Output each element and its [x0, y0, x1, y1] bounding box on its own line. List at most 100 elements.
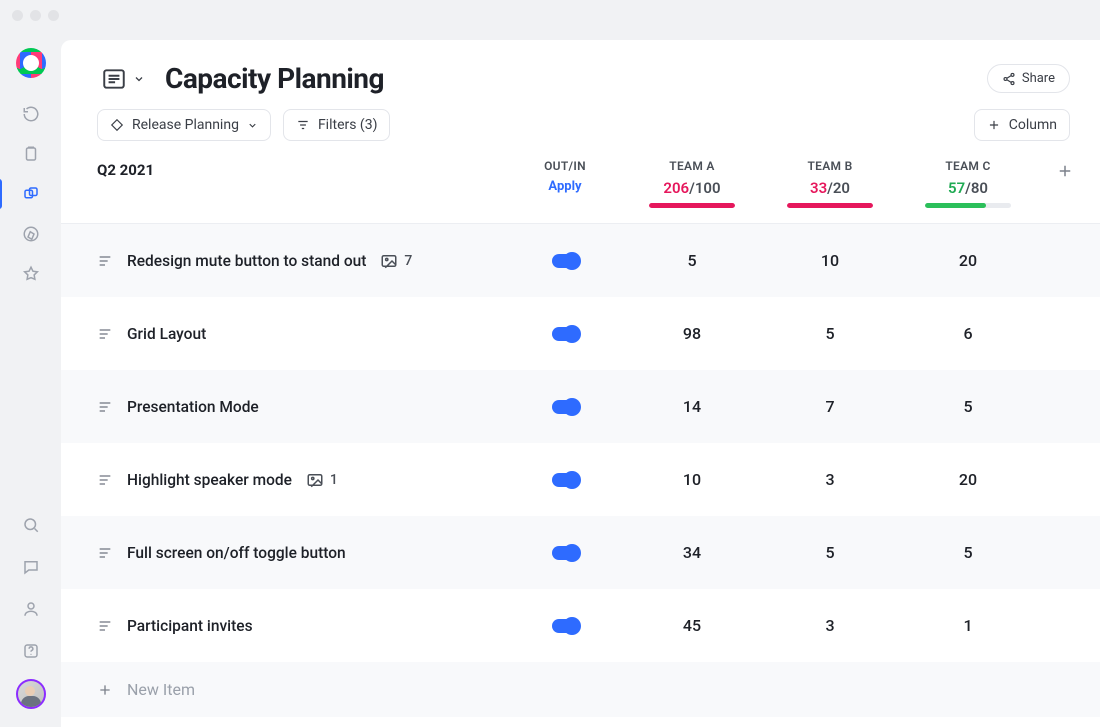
add-column-button[interactable]: Column: [974, 109, 1070, 141]
new-item-placeholder: New Item: [127, 680, 195, 699]
apply-button[interactable]: Apply: [507, 179, 623, 194]
main-panel: Capacity Planning Share Release Planning…: [61, 40, 1100, 727]
chevron-down-icon: [133, 73, 145, 85]
plus-icon: [97, 682, 113, 698]
team-c-capacity: 57/80: [899, 179, 1037, 197]
text-icon: [97, 399, 113, 415]
feature-cell: Participant invites: [97, 617, 507, 635]
nav-search-icon[interactable]: [17, 511, 45, 539]
sidebar-nav-bottom: [16, 511, 46, 727]
table-row[interactable]: Participant invites 4531: [61, 589, 1100, 662]
app-logo[interactable]: [16, 48, 46, 78]
column-outin: OUT/IN Apply: [507, 159, 623, 213]
table-row[interactable]: Grid Layout 9856: [61, 297, 1100, 370]
feature-cell: Full screen on/off toggle button: [97, 544, 507, 562]
traffic-close[interactable]: [12, 10, 23, 21]
chevron-down-icon: [247, 120, 258, 131]
period-label: Q2 2021: [97, 159, 507, 179]
outin-toggle[interactable]: [552, 327, 578, 341]
outin-cell: [507, 327, 623, 341]
table-row[interactable]: Presentation Mode 1475: [61, 370, 1100, 443]
nav-help-icon[interactable]: [17, 637, 45, 665]
team-name: TEAM C: [899, 159, 1037, 173]
team-b-value[interactable]: 3: [761, 470, 899, 489]
feature-title: Presentation Mode: [127, 398, 259, 416]
filters-button[interactable]: Filters (3): [283, 109, 391, 141]
toolbar: Release Planning Filters (3) Column: [61, 109, 1100, 159]
table-row[interactable]: Full screen on/off toggle button3455: [61, 516, 1100, 589]
team-a-bar: [649, 203, 735, 208]
team-b-value[interactable]: 7: [761, 397, 899, 416]
outin-toggle[interactable]: [552, 254, 578, 268]
team-a-value[interactable]: 34: [623, 543, 761, 562]
table-body: Redesign mute button to stand out751020G…: [61, 224, 1100, 662]
nav-clipboard-icon[interactable]: [17, 140, 45, 168]
feature-title: Full screen on/off toggle button: [127, 544, 346, 562]
add-column-icon[interactable]: [1053, 159, 1077, 183]
window-controls: [12, 10, 59, 21]
team-name: TEAM B: [761, 159, 899, 173]
column-team-a: TEAM A 206/100: [623, 159, 761, 218]
outin-toggle[interactable]: [552, 473, 578, 487]
feature-cell: Presentation Mode: [97, 398, 507, 416]
feature-title: Highlight speaker mode: [127, 471, 292, 489]
column-add: [1037, 159, 1077, 223]
nav-user-icon[interactable]: [17, 595, 45, 623]
table-row[interactable]: Highlight speaker mode 1 10320: [61, 443, 1100, 516]
nav-chat-icon[interactable]: [17, 553, 45, 581]
outin-toggle[interactable]: [552, 546, 578, 560]
feature-title: Grid Layout: [127, 325, 206, 343]
table-header: Q2 2021 OUT/IN Apply TEAM A 206/100 TEAM…: [61, 159, 1100, 224]
share-button[interactable]: Share: [987, 64, 1070, 93]
release-planning-dropdown[interactable]: Release Planning: [97, 109, 271, 141]
nav-refresh-icon[interactable]: [17, 100, 45, 128]
outin-cell: [507, 473, 623, 487]
add-column-label: Column: [1009, 117, 1057, 133]
team-c-value[interactable]: 20: [899, 251, 1037, 270]
team-c-value[interactable]: 20: [899, 470, 1037, 489]
team-name: TEAM A: [623, 159, 761, 173]
team-b-value[interactable]: 10: [761, 251, 899, 270]
image-icon: [306, 471, 324, 489]
nav-star-icon[interactable]: [17, 260, 45, 288]
team-b-bar: [787, 203, 873, 208]
team-a-value[interactable]: 10: [623, 470, 761, 489]
team-a-value[interactable]: 14: [623, 397, 761, 416]
view-picker[interactable]: [97, 64, 149, 94]
outin-cell: [507, 546, 623, 560]
table-row[interactable]: Redesign mute button to stand out751020: [61, 224, 1100, 297]
sidebar: [0, 40, 61, 727]
outin-toggle[interactable]: [552, 619, 578, 633]
sidebar-nav-top: [17, 100, 45, 288]
team-c-value[interactable]: 5: [899, 543, 1037, 562]
outin-cell: [507, 400, 623, 414]
team-a-value[interactable]: 45: [623, 616, 761, 635]
column-team-c: TEAM C 57/80: [899, 159, 1037, 218]
attachment-count: 1: [306, 471, 338, 489]
release-label: Release Planning: [132, 117, 239, 133]
team-c-value[interactable]: 5: [899, 397, 1037, 416]
list-view-icon: [101, 66, 127, 92]
team-a-capacity: 206/100: [623, 179, 761, 197]
outin-toggle[interactable]: [552, 400, 578, 414]
new-item-row[interactable]: New Item: [61, 662, 1100, 717]
team-b-value[interactable]: 3: [761, 616, 899, 635]
text-icon: [97, 326, 113, 342]
team-c-value[interactable]: 6: [899, 324, 1037, 343]
attachment-count: 7: [380, 252, 412, 270]
team-b-value[interactable]: 5: [761, 324, 899, 343]
team-c-value[interactable]: 1: [899, 616, 1037, 635]
user-avatar[interactable]: [16, 679, 46, 709]
traffic-zoom[interactable]: [48, 10, 59, 21]
team-a-value[interactable]: 5: [623, 251, 761, 270]
team-b-value[interactable]: 5: [761, 543, 899, 562]
team-a-value[interactable]: 98: [623, 324, 761, 343]
nav-compass-icon[interactable]: [17, 220, 45, 248]
page-title: Capacity Planning: [165, 62, 384, 95]
app-shell: Capacity Planning Share Release Planning…: [0, 40, 1100, 727]
nav-capacity-icon[interactable]: [17, 180, 45, 208]
outin-cell: [507, 254, 623, 268]
team-c-bar: [925, 203, 1011, 208]
traffic-minimize[interactable]: [30, 10, 41, 21]
page-header: Capacity Planning Share: [61, 62, 1100, 109]
